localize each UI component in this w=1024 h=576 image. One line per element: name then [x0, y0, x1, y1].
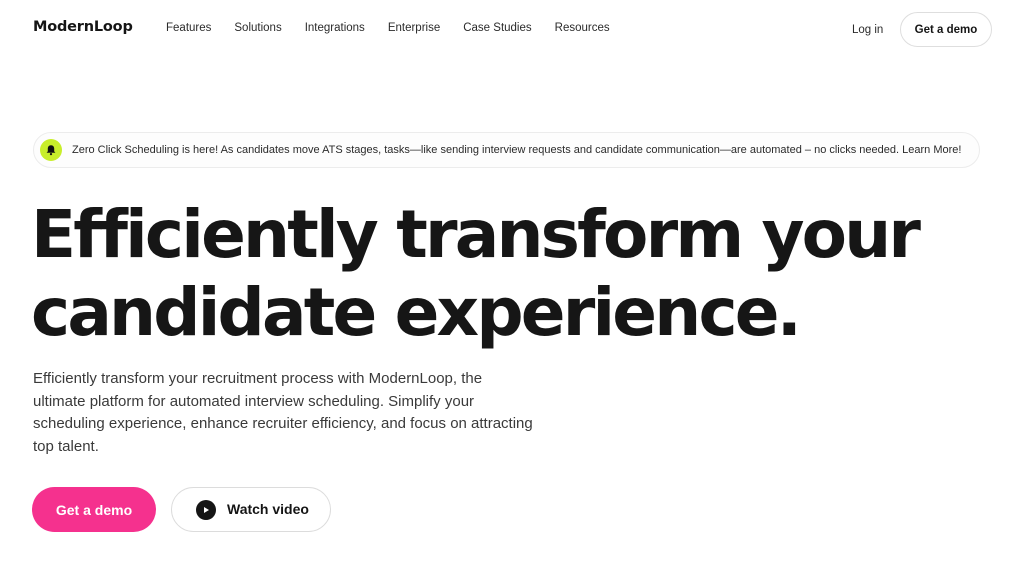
- hero-headline-line1: Efficiently transform your: [31, 196, 921, 273]
- hero-subtext: Efficiently transform your recruitment p…: [33, 370, 533, 455]
- nav-item-solutions[interactable]: Solutions: [234, 22, 281, 34]
- site-header: ModernLoop Features Solutions Integratio…: [0, 0, 1024, 60]
- modernloop-logo[interactable]: ModernLoop: [33, 19, 133, 35]
- nav-item-enterprise[interactable]: Enterprise: [388, 22, 440, 34]
- play-icon: [196, 500, 216, 520]
- page: ModernLoop Features Solutions Integratio…: [0, 0, 1024, 576]
- hero-get-demo-button[interactable]: Get a demo: [32, 487, 156, 532]
- hero-headline: Efficiently transform your candidate exp…: [31, 196, 931, 352]
- header-get-demo-button[interactable]: Get a demo: [900, 12, 992, 47]
- announcement-banner[interactable]: Zero Click Scheduling is here! As candid…: [33, 132, 980, 168]
- hero-headline-line2: candidate experience.: [31, 274, 802, 351]
- watch-video-button[interactable]: Watch video: [171, 487, 331, 532]
- watch-video-label: Watch video: [227, 501, 309, 517]
- main-nav: Features Solutions Integrations Enterpri…: [166, 22, 633, 34]
- login-link[interactable]: Log in: [852, 24, 883, 36]
- nav-item-case-studies[interactable]: Case Studies: [463, 22, 531, 34]
- bell-icon: [40, 139, 62, 161]
- nav-item-resources[interactable]: Resources: [555, 22, 610, 34]
- banner-text: Zero Click Scheduling is here! As candid…: [72, 144, 962, 156]
- nav-item-features[interactable]: Features: [166, 22, 211, 34]
- nav-item-integrations[interactable]: Integrations: [305, 22, 365, 34]
